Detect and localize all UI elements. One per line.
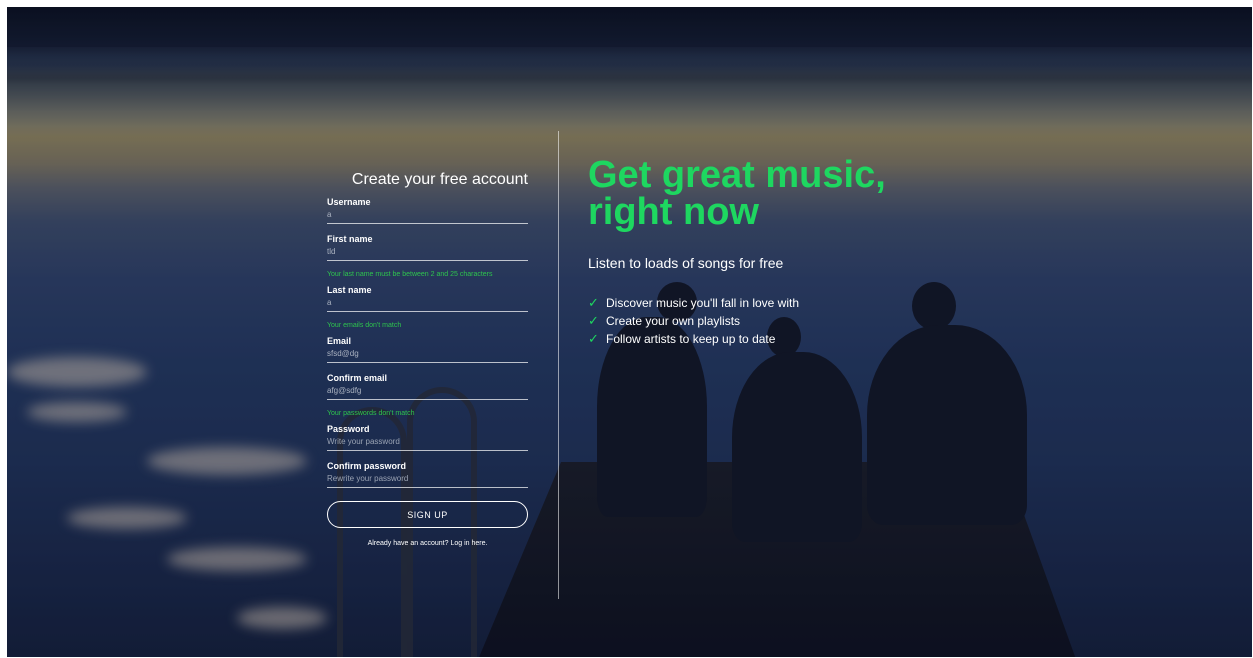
feature-list: ✓ Discover music you'll fall in love wit… (588, 294, 988, 348)
email-field-group: Email (327, 336, 528, 363)
username-field-group: Username (327, 197, 528, 224)
email-input[interactable] (327, 348, 528, 359)
confirm-email-field-group: Confirm email (327, 373, 528, 400)
email-error: Your emails don't match (327, 322, 402, 329)
last-name-input[interactable] (327, 297, 528, 308)
promo-subhead: Listen to loads of songs for free (588, 255, 784, 271)
first-name-input[interactable] (327, 246, 528, 257)
check-icon: ✓ (588, 313, 599, 328)
promo-headline: Get great music, right now (588, 154, 988, 233)
check-icon: ✓ (588, 331, 599, 346)
feature-item: ✓ Follow artists to keep up to date (588, 330, 988, 348)
promo-headline-line1: Get great music, (588, 154, 886, 196)
password-error: Your passwords don't match (327, 410, 415, 417)
username-label: Username (327, 197, 371, 207)
first-name-label: First name (327, 234, 373, 244)
confirm-password-input[interactable] (327, 473, 528, 484)
vertical-divider (558, 131, 559, 599)
form-title: Create your free account (351, 171, 528, 188)
last-name-error: Your last name must be between 2 and 25 … (327, 271, 493, 278)
first-name-field-group: First name (327, 234, 528, 261)
password-field-group: Password (327, 424, 528, 451)
feature-item: ✓ Discover music you'll fall in love wit… (588, 294, 988, 312)
app-window: Create your free account Username First … (7, 7, 1252, 657)
password-label: Password (327, 424, 370, 434)
signup-form: Create your free account Username First … (327, 171, 528, 547)
feature-text: Create your own playlists (606, 314, 741, 328)
confirm-email-input[interactable] (327, 385, 528, 396)
password-input[interactable] (327, 436, 528, 447)
last-name-label: Last name (327, 285, 372, 295)
check-icon: ✓ (588, 295, 599, 310)
promo-section: Get great music, right now Listen to loa… (588, 154, 988, 348)
feature-text: Follow artists to keep up to date (606, 332, 776, 346)
last-name-field-group: Last name (327, 285, 528, 312)
confirm-password-label: Confirm password (327, 461, 407, 471)
feature-text: Discover music you'll fall in love with (606, 296, 800, 310)
username-input[interactable] (327, 209, 528, 220)
login-link[interactable]: Already have an account? Log in here. (368, 540, 488, 547)
promo-headline-line2: right now (588, 191, 759, 233)
confirm-password-field-group: Confirm password (327, 461, 528, 488)
feature-item: ✓ Create your own playlists (588, 312, 988, 330)
login-prompt-container: Already have an account? Log in here. (327, 540, 528, 547)
signup-button[interactable]: SIGN UP (327, 501, 528, 528)
email-label: Email (327, 336, 352, 346)
confirm-email-label: Confirm email (327, 373, 388, 383)
